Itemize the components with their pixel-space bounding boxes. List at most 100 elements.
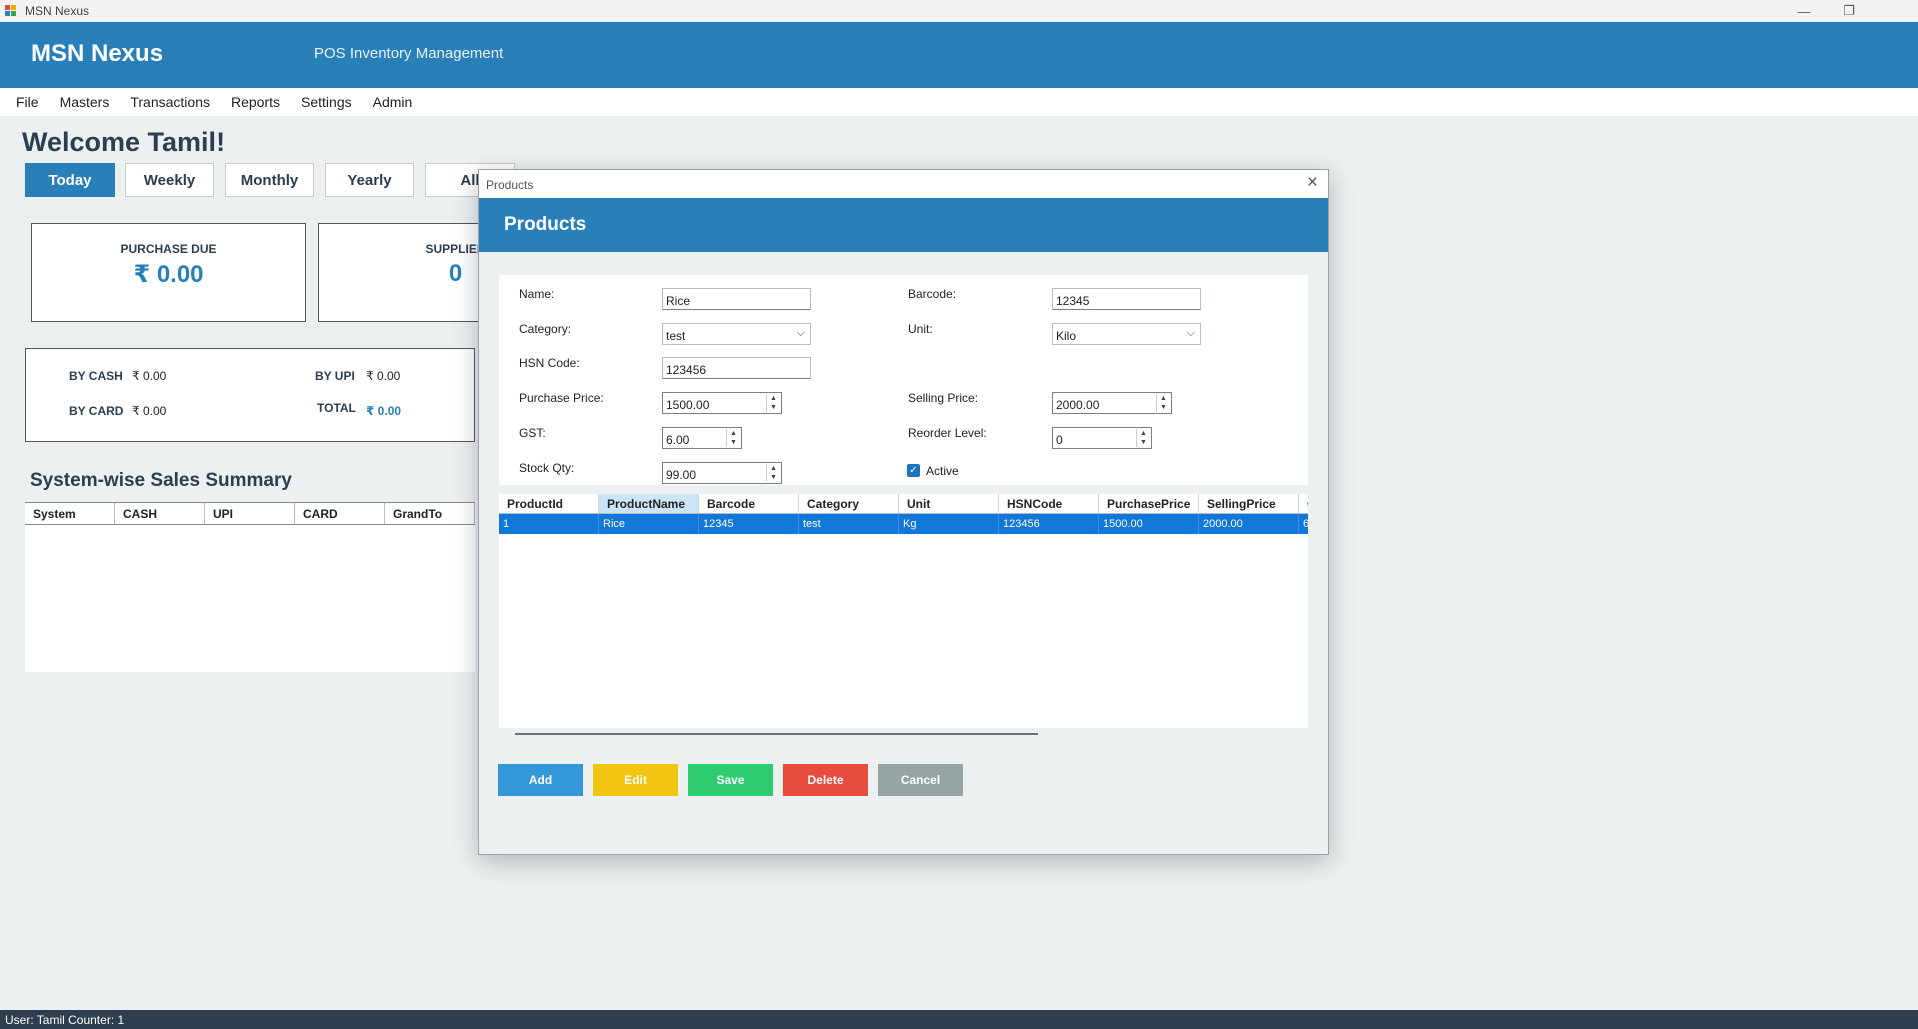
spin-up-icon[interactable]: ▲ <box>767 464 780 473</box>
products-grid[interactable]: ProductId ProductName Barcode Category U… <box>499 494 1308 728</box>
grid-col-gst[interactable]: G <box>1299 494 1308 513</box>
gst-label: GST: <box>519 426 546 440</box>
grid-horizontal-scrollbar[interactable] <box>515 733 1038 735</box>
menu-bar: File Masters Transactions Reports Settin… <box>0 88 1918 116</box>
spin-up-icon[interactable]: ▲ <box>1137 429 1150 438</box>
summary-col-cash[interactable]: CASH <box>115 503 205 524</box>
purchase-price-stepper[interactable]: 1500.00 ▲ ▼ <box>662 392 782 414</box>
app-subtitle: POS Inventory Management <box>314 45 504 62</box>
spin-down-icon[interactable]: ▼ <box>767 473 780 482</box>
by-upi-value: ₹ 0.00 <box>366 369 401 383</box>
spin-up-icon[interactable]: ▲ <box>727 429 740 438</box>
cell-hsncode[interactable]: 123456 <box>999 514 1099 534</box>
cell-barcode[interactable]: 12345 <box>699 514 799 534</box>
cell-purchaseprice[interactable]: 1500.00 <box>1099 514 1199 534</box>
stepper-buttons[interactable]: ▲ ▼ <box>1136 429 1150 447</box>
grid-col-category[interactable]: Category <box>799 494 899 513</box>
dialog-title-bar: Products × <box>479 170 1328 198</box>
menu-file[interactable]: File <box>16 94 39 110</box>
active-checkbox[interactable]: ✓ <box>907 464 920 477</box>
menu-reports[interactable]: Reports <box>231 94 280 110</box>
grid-col-barcode[interactable]: Barcode <box>699 494 799 513</box>
delete-button[interactable]: Delete <box>783 764 868 796</box>
unit-value: Kilo <box>1056 329 1077 343</box>
gst-value: 6.00 <box>666 433 690 447</box>
reorder-level-value: 0 <box>1056 433 1063 447</box>
cell-category[interactable]: test <box>799 514 899 534</box>
chevron-down-icon: ⌵ <box>796 327 805 339</box>
window-close-icon[interactable] <box>1872 0 1918 22</box>
spin-down-icon[interactable]: ▼ <box>1157 403 1170 412</box>
stepper-buttons[interactable]: ▲ ▼ <box>766 464 780 482</box>
save-button[interactable]: Save <box>688 764 773 796</box>
grid-col-productid[interactable]: ProductId <box>499 494 599 513</box>
purchase-due-value: ₹ 0.00 <box>133 261 204 288</box>
weekly-button[interactable]: Weekly <box>125 163 214 197</box>
app-header: MSN Nexus POS Inventory Management <box>0 22 1918 88</box>
summary-col-card[interactable]: CARD <box>295 503 385 524</box>
summary-col-upi[interactable]: UPI <box>205 503 295 524</box>
grid-col-productname[interactable]: ProductName <box>599 494 699 513</box>
grid-col-sellingprice[interactable]: SellingPrice <box>1199 494 1299 513</box>
unit-label: Unit: <box>908 322 933 336</box>
category-select[interactable]: test ⌵ <box>662 323 811 345</box>
products-dialog: Products × Products Name: Rice Barcode: … <box>478 169 1329 855</box>
spin-up-icon[interactable]: ▲ <box>1157 394 1170 403</box>
purchase-due-label: PURCHASE DUE <box>120 242 217 256</box>
brand-title: MSN Nexus <box>31 40 164 67</box>
summary-col-system[interactable]: System <box>25 503 115 524</box>
menu-admin[interactable]: Admin <box>373 94 413 110</box>
yearly-button[interactable]: Yearly <box>325 163 414 197</box>
unit-select[interactable]: Kilo ⌵ <box>1052 323 1201 345</box>
menu-transactions[interactable]: Transactions <box>130 94 210 110</box>
grid-col-purchaseprice[interactable]: PurchasePrice <box>1099 494 1199 513</box>
cell-unit[interactable]: Kg <box>899 514 999 534</box>
today-button[interactable]: Today <box>25 163 115 197</box>
gst-stepper[interactable]: 6.00 ▲ ▼ <box>662 427 742 449</box>
grid-col-unit[interactable]: Unit <box>899 494 999 513</box>
stepper-buttons[interactable]: ▲ ▼ <box>766 394 780 412</box>
barcode-input[interactable]: 12345 <box>1052 288 1201 310</box>
dialog-close-icon[interactable]: × <box>1307 172 1318 194</box>
table-row[interactable]: 1 Rice 12345 test Kg 123456 1500.00 2000… <box>499 514 1308 534</box>
add-button[interactable]: Add <box>498 764 583 796</box>
stock-qty-value: 99.00 <box>666 468 697 482</box>
purchase-price-label: Purchase Price: <box>519 391 604 405</box>
cell-gst[interactable]: 6 <box>1299 514 1308 534</box>
total-value: ₹ 0.00 <box>366 404 402 418</box>
minimize-icon[interactable]: — <box>1781 0 1827 22</box>
name-input[interactable]: Rice <box>662 288 811 310</box>
category-value: test <box>666 329 686 343</box>
hsn-code-input[interactable]: 123456 <box>662 357 811 379</box>
menu-settings[interactable]: Settings <box>301 94 352 110</box>
selling-price-stepper[interactable]: 2000.00 ▲ ▼ <box>1052 392 1172 414</box>
restore-icon[interactable]: ❐ <box>1826 0 1872 22</box>
cell-productname[interactable]: Rice <box>599 514 699 534</box>
menu-masters[interactable]: Masters <box>60 94 110 110</box>
by-card-label: BY CARD <box>69 404 124 418</box>
reorder-level-stepper[interactable]: 0 ▲ ▼ <box>1052 427 1152 449</box>
chevron-down-icon: ⌵ <box>1186 327 1195 339</box>
summary-col-grandtotal[interactable]: GrandTo <box>385 503 475 524</box>
cancel-button[interactable]: Cancel <box>878 764 963 796</box>
edit-button[interactable]: Edit <box>593 764 678 796</box>
spin-down-icon[interactable]: ▼ <box>767 403 780 412</box>
stepper-buttons[interactable]: ▲ ▼ <box>1156 394 1170 412</box>
sales-summary-grid[interactable]: System CASH UPI CARD GrandTo <box>25 502 475 672</box>
stepper-buttons[interactable]: ▲ ▼ <box>726 429 740 447</box>
spin-up-icon[interactable]: ▲ <box>767 394 780 403</box>
summary-header-row: System CASH UPI CARD GrandTo <box>25 503 475 525</box>
sales-summary-title: System-wise Sales Summary <box>30 470 292 491</box>
active-label: Active <box>926 464 959 478</box>
grid-col-hsncode[interactable]: HSNCode <box>999 494 1099 513</box>
grid-header-row: ProductId ProductName Barcode Category U… <box>499 494 1308 514</box>
cell-sellingprice[interactable]: 2000.00 <box>1199 514 1299 534</box>
stock-qty-stepper[interactable]: 99.00 ▲ ▼ <box>662 462 782 484</box>
monthly-button[interactable]: Monthly <box>225 163 314 197</box>
dialog-window-title: Products <box>486 178 534 192</box>
purchase-price-value: 1500.00 <box>666 398 710 412</box>
product-form: Name: Rice Barcode: 12345 Category: test… <box>499 275 1308 485</box>
spin-down-icon[interactable]: ▼ <box>1137 438 1150 447</box>
cell-productid[interactable]: 1 <box>499 514 599 534</box>
spin-down-icon[interactable]: ▼ <box>727 438 740 447</box>
